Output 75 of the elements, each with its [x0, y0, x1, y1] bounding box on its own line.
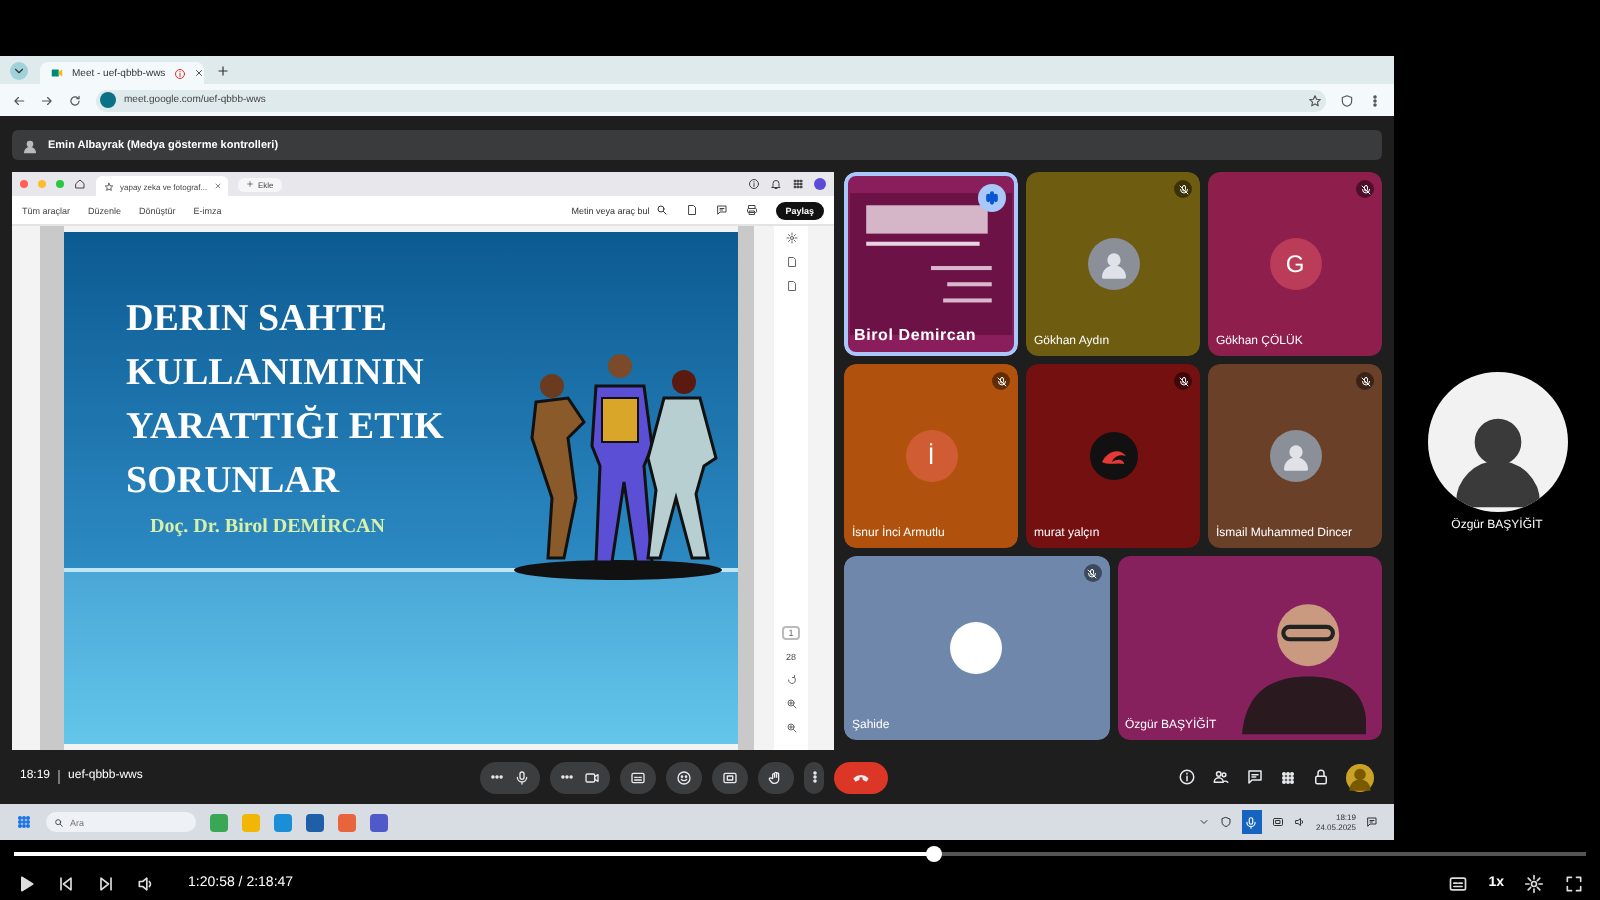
fullscreen-icon[interactable]: [1564, 873, 1584, 893]
rotate-icon[interactable]: [785, 674, 797, 686]
captions-icon: [630, 769, 646, 785]
presenter-avatar-icon: [22, 137, 38, 153]
skip-back-icon[interactable]: [56, 873, 76, 893]
comment-icon[interactable]: [715, 204, 728, 216]
more-icon: [807, 770, 821, 784]
menu-icon[interactable]: [1368, 93, 1382, 107]
search-icon: [655, 204, 668, 216]
caret-icon: [12, 63, 26, 77]
present-icon: [722, 769, 738, 785]
hand-icon: [768, 769, 784, 785]
star-icon: [104, 181, 114, 191]
help-icon[interactable]: [748, 178, 760, 190]
person-icon: [1097, 248, 1129, 280]
tab-search-button[interactable]: [10, 61, 28, 79]
zoom-in-icon[interactable]: [785, 722, 797, 734]
more-icon: [490, 770, 504, 784]
volume-icon[interactable]: [136, 873, 156, 893]
participant-name: Birol Demircan: [854, 326, 977, 344]
more-options-button[interactable]: [804, 761, 824, 793]
minimize-dot[interactable]: [38, 180, 46, 188]
person-icon: [1279, 440, 1311, 472]
chat-icon[interactable]: [1246, 768, 1264, 786]
maximize-dot[interactable]: [56, 180, 64, 188]
camera-button[interactable]: [550, 761, 610, 793]
copy-icon[interactable]: [785, 280, 797, 292]
monitor-icon[interactable]: [1271, 816, 1284, 828]
apps-icon[interactable]: [1280, 769, 1296, 785]
microphone-tray-icon[interactable]: [1241, 810, 1262, 834]
person-icon: [1346, 763, 1374, 791]
raise-hand-button[interactable]: [758, 761, 794, 793]
slide-author: Doç. Dr. Birol DEMİRCAN: [150, 516, 387, 538]
lock-icon[interactable]: [1312, 768, 1330, 786]
people-icon[interactable]: [1212, 768, 1230, 786]
microphone-icon: [514, 769, 530, 785]
camera-icon: [584, 769, 600, 785]
skip-forward-icon[interactable]: [96, 873, 116, 893]
slide-title: DERIN SAHTE KULLANIMININ YARATTIĞI ETIK SORUNLAR: [126, 296, 446, 506]
captions-button[interactable]: [620, 761, 656, 793]
reload-icon[interactable]: [68, 93, 82, 107]
user-avatar[interactable]: [1346, 763, 1374, 791]
close-icon[interactable]: [213, 182, 222, 190]
close-icon[interactable]: [193, 68, 204, 78]
apps-icon[interactable]: [792, 178, 804, 190]
microphone-button[interactable]: [480, 761, 540, 793]
forward-icon[interactable]: [40, 93, 54, 107]
meet-logo-icon: [50, 66, 64, 80]
home-icon[interactable]: [74, 178, 86, 190]
more-icon: [560, 770, 574, 784]
close-dot[interactable]: [20, 180, 28, 188]
captions-icon[interactable]: [1448, 873, 1469, 893]
play-icon[interactable]: [16, 873, 36, 893]
avatar-logo-icon: [1089, 432, 1137, 480]
speaker-icon[interactable]: [1293, 816, 1306, 828]
microphone-icon: [1244, 815, 1259, 829]
site-info-icon[interactable]: [100, 92, 116, 108]
zoom-icon[interactable]: [785, 698, 797, 710]
reactions-button[interactable]: [666, 761, 702, 793]
info-icon[interactable]: [1178, 768, 1196, 786]
star-icon[interactable]: [1308, 93, 1322, 107]
emoji-icon: [676, 769, 692, 785]
plus-icon: [246, 180, 254, 188]
progress-handle[interactable]: [925, 845, 942, 861]
profile-avatar[interactable]: [814, 178, 826, 190]
end-call-button[interactable]: [834, 761, 888, 793]
present-button[interactable]: [712, 761, 748, 793]
page-icon[interactable]: [685, 204, 698, 216]
bell-icon[interactable]: [770, 178, 782, 190]
back-icon[interactable]: [12, 93, 26, 107]
print-icon[interactable]: [745, 204, 758, 216]
new-tab-icon[interactable]: [216, 63, 230, 77]
page-icon[interactable]: [785, 256, 797, 268]
caret-icon[interactable]: [1197, 816, 1210, 828]
settings-icon[interactable]: [1524, 873, 1544, 893]
